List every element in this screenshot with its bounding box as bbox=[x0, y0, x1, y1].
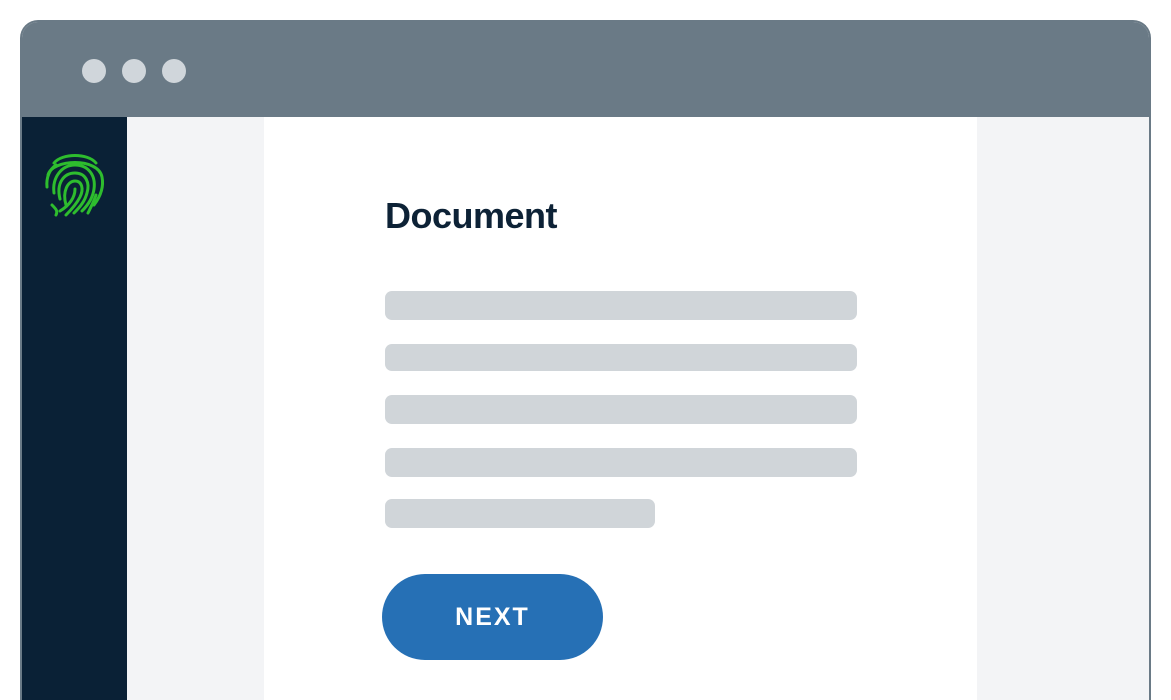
text-placeholder-line bbox=[385, 395, 857, 424]
browser-window: Document NEXT bbox=[20, 20, 1151, 700]
text-placeholder-line bbox=[385, 344, 857, 371]
text-placeholder-line bbox=[385, 448, 857, 477]
next-button[interactable]: NEXT bbox=[382, 574, 603, 660]
window-titlebar bbox=[22, 22, 1149, 117]
window-control-dot[interactable] bbox=[82, 59, 106, 83]
window-control-dot[interactable] bbox=[122, 59, 146, 83]
document-card: Document NEXT bbox=[264, 117, 977, 700]
text-placeholder-line bbox=[385, 291, 857, 320]
page-title: Document bbox=[385, 195, 558, 236]
text-placeholder-line bbox=[385, 499, 655, 528]
sidebar bbox=[22, 117, 127, 700]
fingerprint-icon bbox=[45, 154, 104, 217]
content-area: Document NEXT bbox=[127, 117, 1149, 700]
window-control-dot[interactable] bbox=[162, 59, 186, 83]
